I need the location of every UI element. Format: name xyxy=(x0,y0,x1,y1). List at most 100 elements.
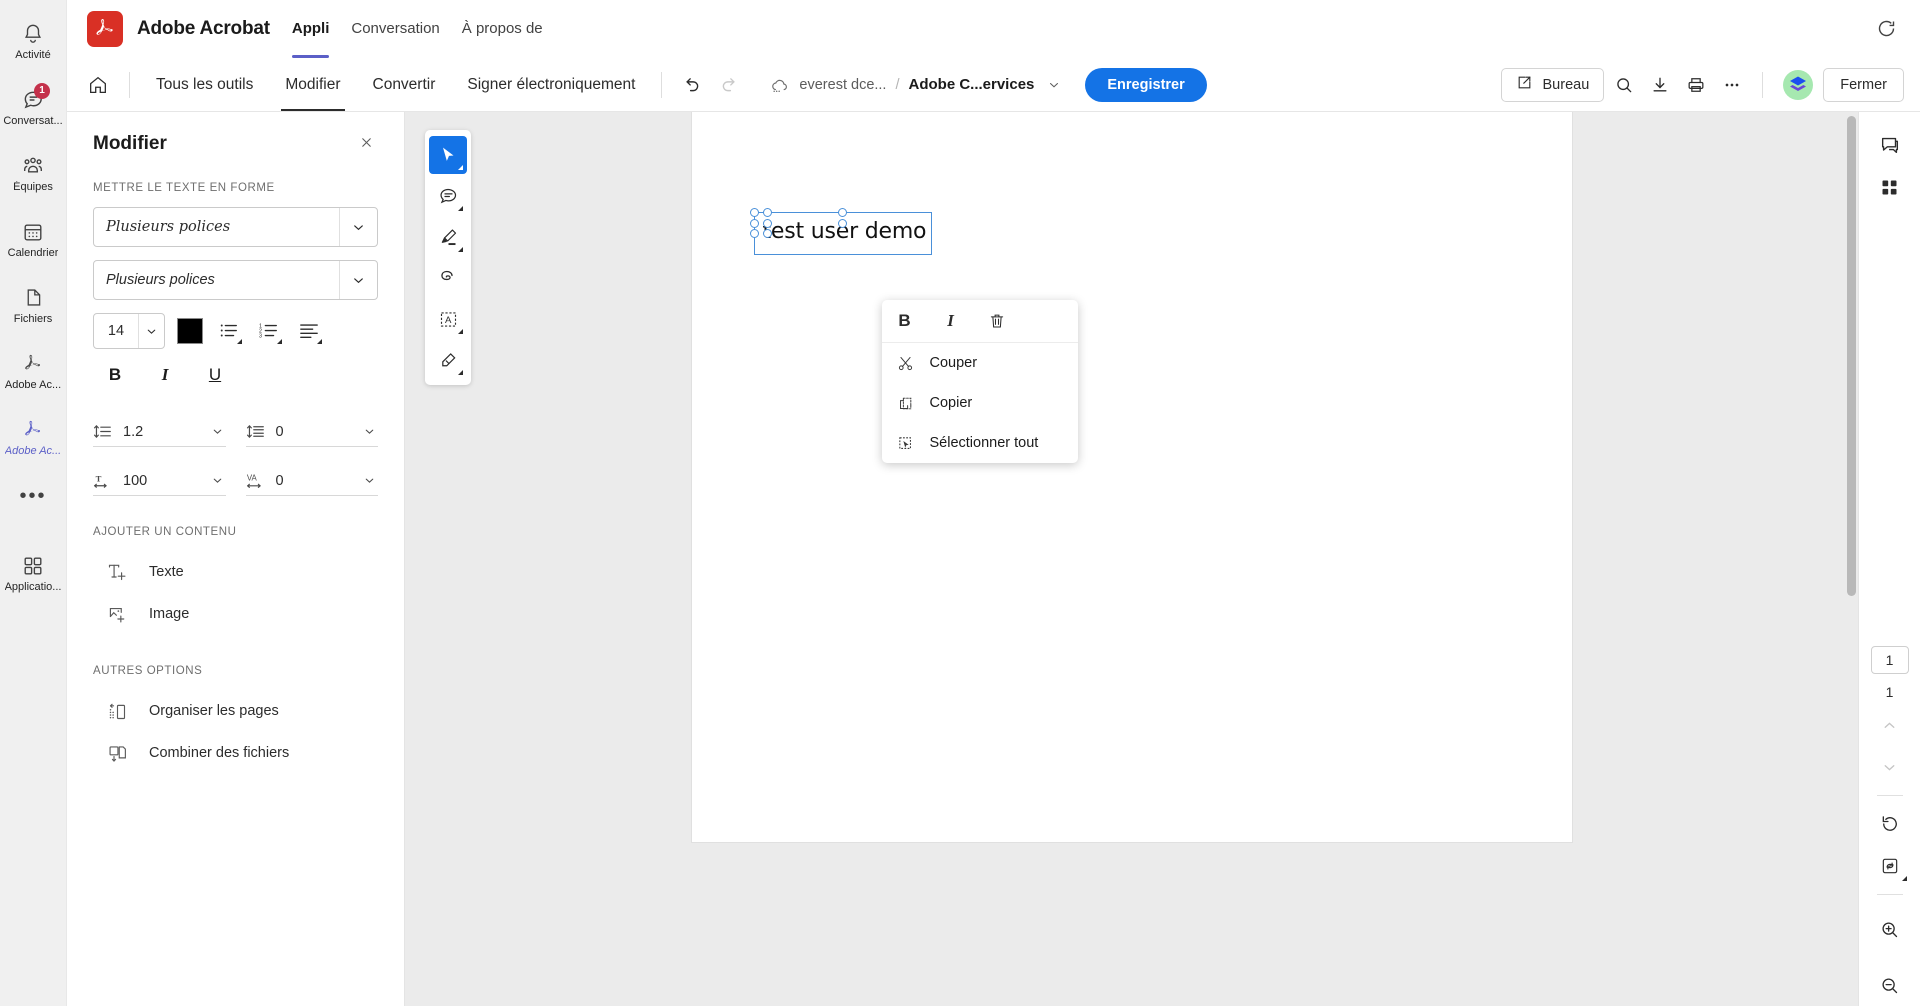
signature-tool[interactable] xyxy=(429,341,467,379)
chevron-down-icon[interactable] xyxy=(1043,78,1065,92)
add-image-option[interactable]: Image xyxy=(93,593,378,635)
rail-label: Conversat... xyxy=(3,114,63,127)
toolbar-menu-modifier[interactable]: Modifier xyxy=(269,59,356,111)
edit-panel: Modifier METTRE LE TEXTE EN FORME Plusie… xyxy=(67,112,405,1006)
other-options-section-label: AUTRES OPTIONS xyxy=(93,665,203,677)
save-button[interactable]: Enregistrer xyxy=(1085,67,1207,102)
document-vertical-scrollbar[interactable] xyxy=(1847,116,1856,596)
rail-item-equipes[interactable]: Équipes xyxy=(0,140,67,206)
breadcrumb-current[interactable]: Adobe C...ervices xyxy=(909,76,1035,93)
context-menu-format-row: B I xyxy=(881,300,1078,343)
rail-item-calendrier[interactable]: Calendrier xyxy=(0,206,67,272)
rail-item-applications[interactable]: Applicatio... xyxy=(0,540,67,606)
bold-button[interactable]: B xyxy=(892,311,918,331)
next-page-button[interactable] xyxy=(1871,746,1909,788)
adobe-acrobat-teams-window: Activité 1 Conversat... Équipes Calendri… xyxy=(0,0,1920,1006)
resize-handle-bottom-left[interactable] xyxy=(749,219,759,228)
rail-more-button[interactable]: ••• xyxy=(0,470,67,522)
rail-item-adobe-acrobat-1[interactable]: Adobe Ac... xyxy=(0,338,67,404)
resize-handle-top-center[interactable] xyxy=(837,208,847,217)
resize-handle-top-left[interactable] xyxy=(749,208,759,217)
open-in-desktop-button[interactable]: Bureau xyxy=(1500,67,1605,102)
resize-handle-bottom-right[interactable] xyxy=(762,219,772,228)
zoom-in-icon[interactable] xyxy=(1871,908,1909,950)
comments-icon[interactable] xyxy=(1871,124,1909,166)
add-content-section-label: AJOUTER UN CONTENU xyxy=(93,526,237,538)
rail-item-adobe-acrobat-2[interactable]: Adobe Ac... xyxy=(0,404,67,470)
page-total-label: 1 xyxy=(1885,684,1894,700)
comment-tool[interactable] xyxy=(429,177,467,215)
resize-handle-middle-right[interactable] xyxy=(762,228,772,238)
combine-files-option[interactable]: Combiner des fichiers xyxy=(93,732,378,774)
resize-handle-top-right[interactable] xyxy=(762,208,772,217)
tab-a-propos-de[interactable]: À propos de xyxy=(462,0,543,58)
redo-icon[interactable] xyxy=(710,67,748,103)
zoom-out-icon[interactable] xyxy=(1871,964,1909,1006)
paragraph-spacing-field[interactable]: 0 xyxy=(245,417,378,447)
align-left-icon[interactable] xyxy=(295,317,323,345)
rail-item-activite[interactable]: Activité xyxy=(0,8,67,74)
tab-conversation[interactable]: Conversation xyxy=(351,0,439,58)
rail-item-conversation[interactable]: 1 Conversat... xyxy=(0,74,67,140)
toolbar-menu-convertir[interactable]: Convertir xyxy=(357,59,452,111)
bold-button[interactable]: B xyxy=(103,365,127,385)
thumbnails-icon[interactable] xyxy=(1871,166,1909,208)
pdf-page[interactable]: test user demo B I Couper Copier Sélecti… xyxy=(691,112,1572,842)
more-horizontal-icon[interactable] xyxy=(1716,69,1748,101)
rail-label: Adobe Ac... xyxy=(4,444,62,457)
add-text-option[interactable]: Texte xyxy=(93,551,378,593)
toolbar-menu-signer-electroniquement[interactable]: Signer électroniquement xyxy=(451,59,651,111)
bullet-list-icon[interactable] xyxy=(215,317,243,345)
dropdown-corner-indicator xyxy=(1901,876,1907,881)
selected-text-box[interactable]: test user demo xyxy=(749,208,932,255)
edit-text-tool[interactable]: A xyxy=(429,300,467,338)
organize-pages-option[interactable]: Organiser les pages xyxy=(93,690,378,732)
numbered-list-icon[interactable]: 1 2 3 xyxy=(255,317,283,345)
rail-label: Équipes xyxy=(13,180,53,193)
resize-handle-bottom-center[interactable] xyxy=(837,219,847,228)
close-button[interactable]: Fermer xyxy=(1823,67,1904,102)
page-number-input[interactable]: 1 xyxy=(1870,646,1909,674)
select-tool[interactable] xyxy=(429,136,467,174)
app-stage: Adobe Acrobat Appli Conversation À propo… xyxy=(67,0,1920,1006)
search-icon[interactable] xyxy=(1608,69,1640,101)
highlight-tool[interactable] xyxy=(429,218,467,256)
download-icon[interactable] xyxy=(1644,69,1676,101)
rotate-icon[interactable] xyxy=(1871,803,1909,845)
italic-button[interactable]: I xyxy=(938,311,964,331)
close-icon[interactable] xyxy=(355,132,378,156)
tab-appli[interactable]: Appli xyxy=(291,0,329,58)
context-menu-item-couper[interactable]: Couper xyxy=(882,343,1078,383)
rail-label: Calendrier xyxy=(7,246,59,259)
underline-button[interactable]: U xyxy=(203,365,227,385)
home-icon[interactable] xyxy=(77,67,119,103)
line-spacing-field[interactable]: 1.2 xyxy=(93,417,226,447)
draw-tool[interactable] xyxy=(429,259,467,297)
fit-page-icon[interactable] xyxy=(1871,845,1909,887)
teams-icon xyxy=(19,153,47,179)
context-menu-item-selectionner-tout[interactable]: Sélectionner tout xyxy=(882,423,1078,463)
line-spacing-icon xyxy=(93,423,115,440)
undo-icon[interactable] xyxy=(672,67,710,103)
rail-label: Fichiers xyxy=(13,312,53,325)
context-menu-item-copier[interactable]: Copier xyxy=(882,383,1078,423)
document-scroll-area[interactable]: test user demo B I Couper Copier Sélecti… xyxy=(405,112,1858,1006)
tracking-field[interactable]: VA 0 xyxy=(245,466,378,496)
italic-button[interactable]: I xyxy=(153,365,177,385)
print-icon[interactable] xyxy=(1680,69,1712,101)
rail-item-fichiers[interactable]: Fichiers xyxy=(0,272,67,338)
text-color-swatch[interactable] xyxy=(177,318,203,344)
resize-handle-middle-left[interactable] xyxy=(749,228,759,238)
font-family-select[interactable]: Plusieurs polices xyxy=(93,207,378,247)
trash-icon[interactable] xyxy=(984,312,1010,330)
horizontal-scale-field[interactable]: T 100 xyxy=(93,466,226,496)
document-viewport[interactable]: A test user demo B I Couper Copier Sélec… xyxy=(405,112,1858,1006)
rail-label: Adobe Ac... xyxy=(4,378,62,391)
previous-page-button[interactable] xyxy=(1871,704,1909,746)
font-style-select[interactable]: Plusieurs polices xyxy=(93,260,378,300)
refresh-icon[interactable] xyxy=(1870,13,1902,45)
avatar[interactable] xyxy=(1781,68,1815,102)
font-size-select[interactable]: 14 xyxy=(93,313,165,349)
toolbar-menu-tous-les-outils[interactable]: Tous les outils xyxy=(140,59,269,111)
breadcrumb-parent[interactable]: everest dce... xyxy=(799,77,886,93)
